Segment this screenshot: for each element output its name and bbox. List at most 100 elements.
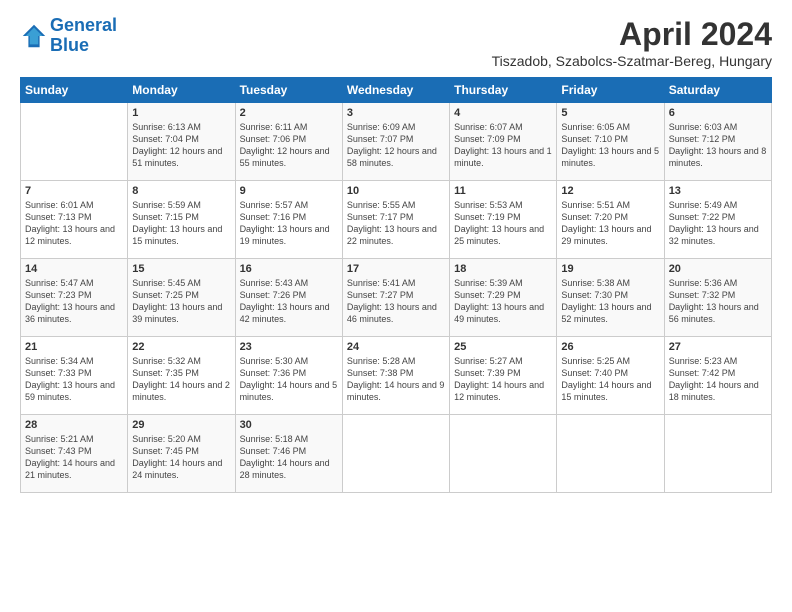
daylight-text: Daylight: 12 hours and 55 minutes. [240,145,338,169]
sunrise-text: Sunrise: 5:59 AM [132,199,230,211]
table-row: 14Sunrise: 5:47 AMSunset: 7:23 PMDayligh… [21,259,128,337]
col-friday: Friday [557,78,664,103]
day-number: 3 [347,107,445,119]
sunset-text: Sunset: 7:17 PM [347,211,445,223]
sunrise-text: Sunrise: 6:03 AM [669,121,767,133]
sunrise-text: Sunrise: 5:20 AM [132,433,230,445]
day-number: 21 [25,341,123,353]
sunrise-text: Sunrise: 6:01 AM [25,199,123,211]
col-wednesday: Wednesday [342,78,449,103]
cell-details: Sunrise: 6:03 AMSunset: 7:12 PMDaylight:… [669,121,767,170]
day-number: 10 [347,185,445,197]
table-row: 12Sunrise: 5:51 AMSunset: 7:20 PMDayligh… [557,181,664,259]
sunset-text: Sunset: 7:35 PM [132,367,230,379]
daylight-text: Daylight: 13 hours and 59 minutes. [25,379,123,403]
sunset-text: Sunset: 7:04 PM [132,133,230,145]
daylight-text: Daylight: 13 hours and 1 minute. [454,145,552,169]
table-row [450,415,557,493]
day-number: 29 [132,419,230,431]
table-row: 30Sunrise: 5:18 AMSunset: 7:46 PMDayligh… [235,415,342,493]
sunrise-text: Sunrise: 5:47 AM [25,277,123,289]
table-row: 26Sunrise: 5:25 AMSunset: 7:40 PMDayligh… [557,337,664,415]
cell-details: Sunrise: 6:07 AMSunset: 7:09 PMDaylight:… [454,121,552,170]
cell-details: Sunrise: 5:21 AMSunset: 7:43 PMDaylight:… [25,433,123,482]
sunset-text: Sunset: 7:45 PM [132,445,230,457]
day-number: 9 [240,185,338,197]
daylight-text: Daylight: 12 hours and 58 minutes. [347,145,445,169]
day-number: 20 [669,263,767,275]
cell-details: Sunrise: 6:09 AMSunset: 7:07 PMDaylight:… [347,121,445,170]
logo-line1: General [50,15,117,35]
sunset-text: Sunset: 7:25 PM [132,289,230,301]
logo-icon [20,22,48,50]
sunset-text: Sunset: 7:33 PM [25,367,123,379]
table-row: 7Sunrise: 6:01 AMSunset: 7:13 PMDaylight… [21,181,128,259]
logo-text: General Blue [50,16,117,56]
week-row-2: 14Sunrise: 5:47 AMSunset: 7:23 PMDayligh… [21,259,772,337]
week-row-4: 28Sunrise: 5:21 AMSunset: 7:43 PMDayligh… [21,415,772,493]
day-number: 4 [454,107,552,119]
table-row [342,415,449,493]
cell-details: Sunrise: 5:32 AMSunset: 7:35 PMDaylight:… [132,355,230,404]
daylight-text: Daylight: 13 hours and 42 minutes. [240,301,338,325]
sunrise-text: Sunrise: 5:49 AM [669,199,767,211]
sunset-text: Sunset: 7:19 PM [454,211,552,223]
day-number: 22 [132,341,230,353]
day-number: 5 [561,107,659,119]
table-row: 29 Sunrise: 5:20 AMSunset: 7:45 PMDayligh… [128,415,235,493]
sunrise-text: Sunrise: 5:45 AM [132,277,230,289]
sunset-text: Sunset: 7:23 PM [25,289,123,301]
day-number: 15 [132,263,230,275]
daylight-text: Daylight: 13 hours and 8 minutes. [669,145,767,169]
table-row: 8Sunrise: 5:59 AMSunset: 7:15 PMDaylight… [128,181,235,259]
table-row [21,103,128,181]
month-title: April 2024 [492,16,772,53]
location: Tiszadob, Szabolcs-Szatmar-Bereg, Hungar… [492,53,772,69]
day-number: 7 [25,185,123,197]
sunset-text: Sunset: 7:12 PM [669,133,767,145]
table-row: 11Sunrise: 5:53 AMSunset: 7:19 PMDayligh… [450,181,557,259]
sunset-text: Sunset: 7:27 PM [347,289,445,301]
sunrise-text: Sunrise: 5:27 AM [454,355,552,367]
daylight-text: Daylight: 14 hours and 24 minutes. [132,457,230,481]
daylight-text: Daylight: 13 hours and 12 minutes. [25,223,123,247]
col-thursday: Thursday [450,78,557,103]
daylight-text: Daylight: 13 hours and 46 minutes. [347,301,445,325]
day-number: 11 [454,185,552,197]
sunset-text: Sunset: 7:22 PM [669,211,767,223]
sunset-text: Sunset: 7:36 PM [240,367,338,379]
sunrise-text: Sunrise: 5:57 AM [240,199,338,211]
sunset-text: Sunset: 7:16 PM [240,211,338,223]
table-row: 5Sunrise: 6:05 AMSunset: 7:10 PMDaylight… [557,103,664,181]
sunset-text: Sunset: 7:32 PM [669,289,767,301]
table-row: 17Sunrise: 5:41 AMSunset: 7:27 PMDayligh… [342,259,449,337]
sunset-text: Sunset: 7:20 PM [561,211,659,223]
day-number: 16 [240,263,338,275]
daylight-text: Daylight: 13 hours and 19 minutes. [240,223,338,247]
sunset-text: Sunset: 7:40 PM [561,367,659,379]
daylight-text: Daylight: 13 hours and 32 minutes. [669,223,767,247]
table-row: 28Sunrise: 5:21 AMSunset: 7:43 PMDayligh… [21,415,128,493]
col-tuesday: Tuesday [235,78,342,103]
sunrise-text: Sunrise: 6:07 AM [454,121,552,133]
sunrise-text: Sunrise: 5:41 AM [347,277,445,289]
table-row: 22 Sunrise: 5:32 AMSunset: 7:35 PMDayligh… [128,337,235,415]
col-sunday: Sunday [21,78,128,103]
sunset-text: Sunset: 7:07 PM [347,133,445,145]
title-area: April 2024 Tiszadob, Szabolcs-Szatmar-Be… [492,16,772,69]
sunset-text: Sunset: 7:06 PM [240,133,338,145]
sunrise-text: Sunrise: 5:23 AM [669,355,767,367]
table-row [664,415,771,493]
sunrise-text: Sunrise: 5:25 AM [561,355,659,367]
table-row: 6Sunrise: 6:03 AMSunset: 7:12 PMDaylight… [664,103,771,181]
cell-details: Sunrise: 5:25 AMSunset: 7:40 PMDaylight:… [561,355,659,404]
sunrise-text: Sunrise: 5:55 AM [347,199,445,211]
sunrise-text: Sunrise: 5:30 AM [240,355,338,367]
sunset-text: Sunset: 7:46 PM [240,445,338,457]
table-row: 23Sunrise: 5:30 AMSunset: 7:36 PMDayligh… [235,337,342,415]
week-row-1: 7Sunrise: 6:01 AMSunset: 7:13 PMDaylight… [21,181,772,259]
sunrise-text: Sunrise: 5:34 AM [25,355,123,367]
table-row: 21 Sunrise: 5:34 AMSunset: 7:33 PMDayligh… [21,337,128,415]
header-row: Sunday Monday Tuesday Wednesday Thursday… [21,78,772,103]
cell-details: Sunrise: 5:43 AMSunset: 7:26 PMDaylight:… [240,277,338,326]
